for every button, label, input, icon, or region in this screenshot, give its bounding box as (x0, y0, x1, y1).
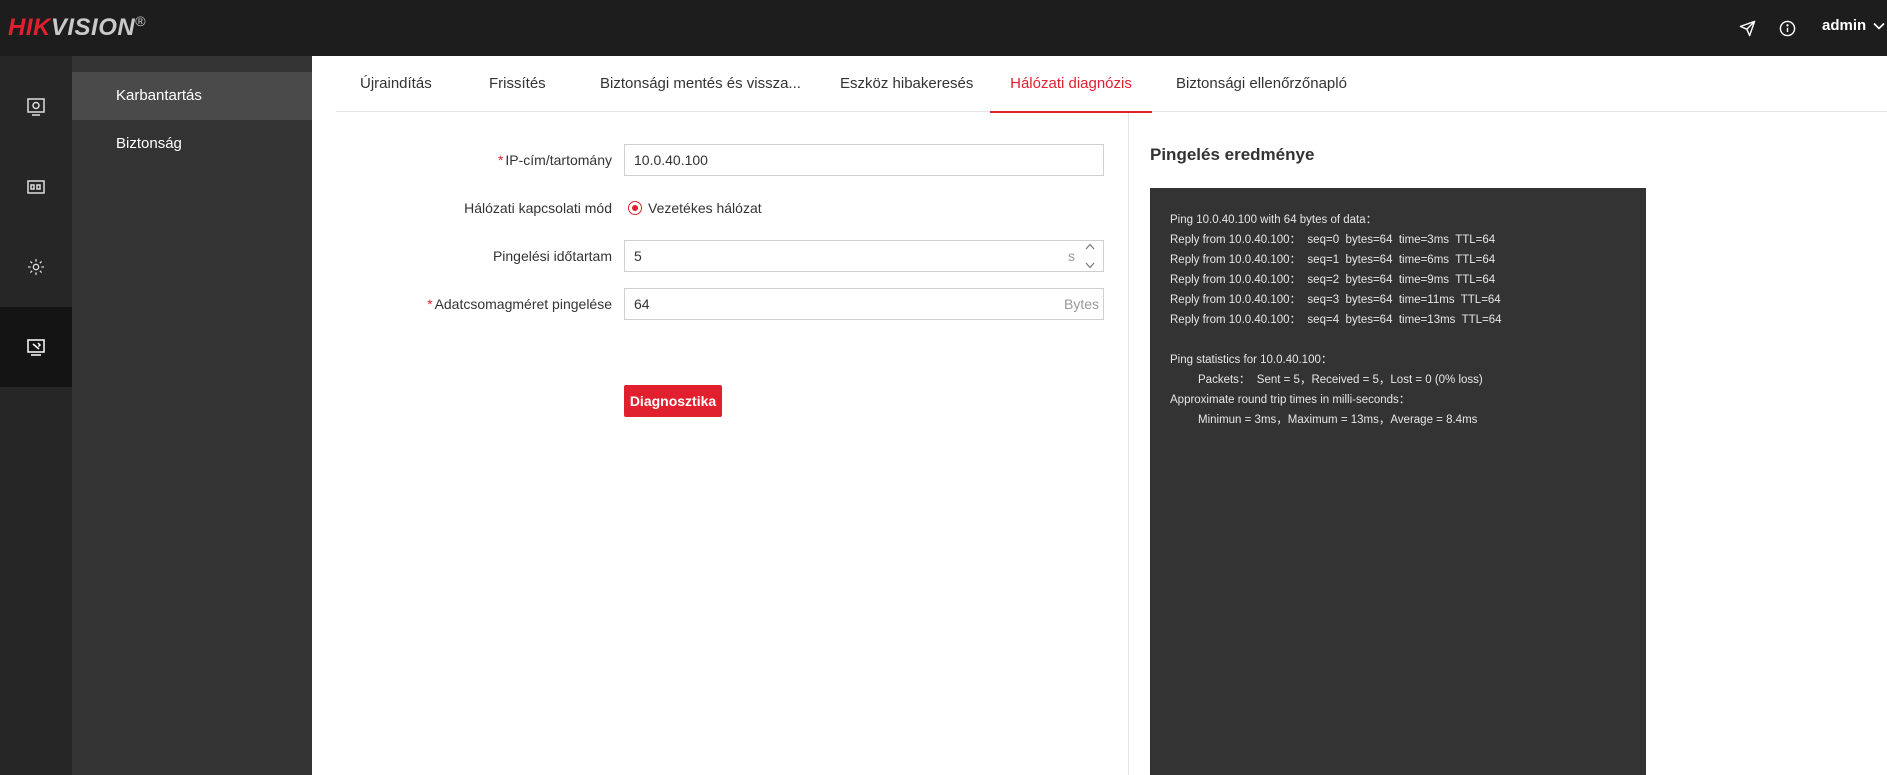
diagnose-button[interactable]: Diagnosztika (624, 385, 722, 417)
tab-upgrade[interactable]: Frissítés (489, 56, 546, 112)
tab-restart[interactable]: Újraindítás (360, 56, 432, 112)
panel-divider (1128, 113, 1129, 775)
result-line: Reply from 10.0.40.100： seq=3 bytes=64 t… (1170, 294, 1501, 306)
ping-duration-label: Pingelési időtartam (492, 248, 612, 264)
nav-live-view[interactable] (0, 67, 72, 147)
tab-network-diagnosis[interactable]: Hálózati diagnózis (990, 56, 1152, 113)
wired-network-label: Vezetékes hálózat (648, 200, 762, 216)
packet-size-label: * Adatcsomagméret pingelése (427, 296, 612, 312)
tab-bar: Újraindítás Frissítés Biztonsági mentés … (336, 56, 1887, 113)
device-icon (27, 180, 45, 194)
result-line: Ping 10.0.40.100 with 64 bytes of data： (1170, 214, 1378, 226)
duration-stepper[interactable] (1083, 243, 1097, 269)
ping-result-console: Ping 10.0.40.100 with 64 bytes of data： R… (1150, 188, 1646, 775)
result-line: Reply from 10.0.40.100： seq=0 bytes=64 t… (1170, 234, 1496, 246)
nav-settings[interactable] (0, 227, 72, 307)
ping-duration-field[interactable]: s (624, 240, 1104, 272)
result-line: Approximate round trip times in milli-se… (1170, 394, 1411, 406)
main-nav-rail (0, 56, 72, 775)
user-name: admin (1822, 17, 1867, 34)
user-menu[interactable]: admin (1822, 17, 1885, 34)
live-view-icon (27, 98, 45, 116)
ip-field[interactable] (624, 144, 1104, 176)
result-line: Minimun = 3ms，Maximum = 13ms，Average = 8… (1198, 414, 1478, 426)
nav-device[interactable] (0, 147, 72, 227)
subnav-item-security[interactable]: Biztonság (72, 120, 312, 168)
nav-maintenance[interactable] (0, 307, 72, 387)
packet-size-unit: Bytes (1063, 296, 1099, 312)
tab-security-audit-log[interactable]: Biztonsági ellenőrzőnapló (1176, 56, 1347, 112)
maintenance-icon (27, 339, 45, 356)
hikvision-logo[interactable]: HIKVISION® (8, 13, 146, 42)
info-icon[interactable] (1775, 16, 1799, 40)
wired-network-radio[interactable]: Vezetékes hálózat (628, 200, 762, 216)
chevron-up-icon[interactable] (1085, 243, 1095, 250)
top-bar: HIKVISION® admin (0, 0, 1887, 56)
radio-button[interactable] (628, 201, 642, 215)
result-line: Reply from 10.0.40.100： seq=1 bytes=64 t… (1170, 254, 1496, 266)
ip-label: * IP-cím/tartomány (497, 152, 612, 168)
connection-mode-label: Hálózati kapcsolati mód (464, 200, 612, 216)
result-line: Ping statistics for 10.0.40.100： (1170, 354, 1333, 366)
result-line (1170, 330, 1626, 350)
duration-unit: s (1068, 248, 1075, 264)
send-icon[interactable] (1735, 16, 1759, 40)
result-line: Reply from 10.0.40.100： seq=4 bytes=64 t… (1170, 314, 1502, 326)
sub-nav: Karbantartás Biztonság (72, 56, 312, 775)
result-line: Reply from 10.0.40.100： seq=2 bytes=64 t… (1170, 274, 1496, 286)
tab-backup-restore[interactable]: Biztonsági mentés és vissza... (600, 56, 801, 112)
tab-device-debug[interactable]: Eszköz hibakeresés (840, 56, 973, 112)
chevron-down-icon (1873, 22, 1885, 30)
gear-icon (28, 259, 44, 275)
ping-result-title: Pingelés eredménye (1150, 145, 1315, 164)
ping-duration-input[interactable] (634, 248, 1103, 264)
main-content: Újraindítás Frissítés Biztonsági mentés … (312, 56, 1887, 775)
chevron-down-icon[interactable] (1085, 262, 1095, 269)
packet-size-input[interactable] (634, 296, 1103, 312)
ip-input[interactable] (634, 152, 1103, 168)
subnav-item-maintenance[interactable]: Karbantartás (72, 72, 312, 120)
packet-size-field[interactable]: Bytes (624, 288, 1104, 320)
result-line: Packets： Sent = 5，Received = 5，Lost = 0 … (1198, 374, 1483, 386)
